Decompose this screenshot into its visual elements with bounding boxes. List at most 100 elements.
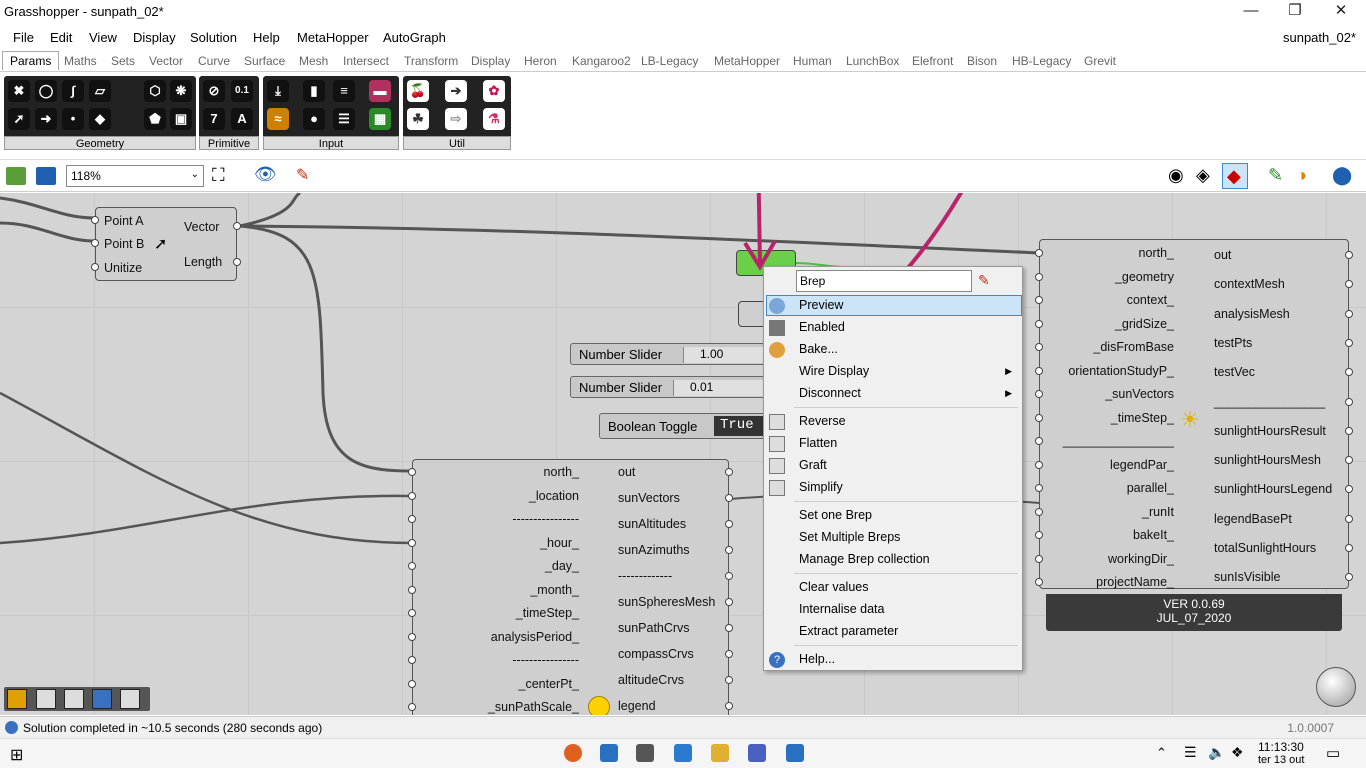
input-port[interactable] [1035, 484, 1043, 492]
output-port[interactable] [725, 624, 733, 632]
arrow-outline-icon[interactable]: ⇨ [445, 108, 467, 130]
tab-surface[interactable]: Surface [244, 54, 285, 68]
input-port[interactable] [1035, 413, 1043, 422]
open-file-icon[interactable] [6, 167, 26, 185]
output-port[interactable] [1345, 251, 1353, 259]
menu-item-reverse[interactable]: Reverse [799, 414, 846, 428]
gradient-icon[interactable]: ▬ [369, 80, 391, 102]
flask-icon[interactable]: ⚗ [483, 108, 505, 130]
wireframe-icon[interactable]: ◈ [1196, 165, 1210, 186]
tab-kangaroo2[interactable]: Kangaroo2 [572, 54, 631, 68]
dropbox-icon[interactable]: ❖ [1231, 744, 1244, 761]
output-port[interactable] [233, 258, 241, 266]
output-port[interactable] [725, 676, 733, 684]
boolean-toggle[interactable]: Boolean Toggle True [599, 413, 770, 439]
zoom-combobox[interactable]: 118% ⌄ [66, 165, 204, 187]
input-port[interactable] [1035, 249, 1043, 257]
input-port[interactable] [408, 585, 416, 594]
output-port[interactable] [1345, 397, 1353, 406]
input-port[interactable] [408, 491, 416, 500]
python-icon[interactable] [92, 689, 112, 709]
file-explorer-icon[interactable] [711, 744, 729, 762]
menu-item-disconnect[interactable]: Disconnect [799, 386, 861, 400]
input-port[interactable] [1035, 366, 1043, 375]
output-port[interactable] [725, 520, 733, 528]
null-icon[interactable]: ✖ [8, 80, 30, 102]
selected-only-icon[interactable]: ✎ [1268, 165, 1283, 186]
integer-icon[interactable]: 7 [203, 108, 225, 130]
param-name-input[interactable]: Brep [796, 270, 972, 292]
output-port[interactable] [1345, 309, 1353, 318]
output-port[interactable] [1345, 514, 1353, 523]
sketch-pen-icon[interactable]: ✎ [296, 165, 309, 185]
tab-vector[interactable]: Vector [149, 54, 183, 68]
slider-value[interactable]: 1.00 [683, 347, 773, 363]
number-icon[interactable]: ⊘ [203, 80, 225, 102]
text-icon[interactable]: A [231, 108, 253, 130]
input-port[interactable] [408, 515, 416, 523]
menu-item-clear-values[interactable]: Clear values [799, 580, 868, 594]
tab-elefront[interactable]: Elefront [912, 54, 953, 68]
slider-value[interactable]: 0.01 [673, 380, 773, 396]
menu-item-extract-parameter[interactable]: Extract parameter [799, 624, 898, 638]
import-icon[interactable]: ⤓ [267, 80, 289, 102]
input-port[interactable] [1035, 554, 1043, 563]
menu-item-internalise-data[interactable]: Internalise data [799, 602, 884, 616]
color-sphere-icon[interactable]: ◑ [1296, 165, 1307, 186]
slider-icon[interactable]: ≡ [333, 80, 355, 102]
output-port[interactable] [725, 468, 733, 476]
point-icon[interactable]: • [62, 108, 84, 130]
output-port[interactable] [233, 222, 241, 230]
output-port[interactable] [725, 702, 733, 710]
input-port[interactable] [408, 632, 416, 641]
menu-autograph[interactable]: AutoGraph [383, 30, 446, 45]
input-port[interactable] [1035, 296, 1043, 304]
tab-hb-legacy[interactable]: HB-Legacy [1012, 54, 1071, 68]
input-port[interactable] [1035, 507, 1043, 516]
menu-item-enabled[interactable]: Enabled [799, 320, 845, 334]
input-port[interactable] [408, 679, 416, 688]
curve-icon[interactable]: ∫ [62, 80, 84, 102]
output-port[interactable] [725, 598, 733, 606]
fitness-icon[interactable]: ✿ [483, 80, 505, 102]
menu-item-bake[interactable]: Bake... [799, 342, 838, 356]
firefox-icon[interactable] [564, 744, 582, 762]
matrix-icon[interactable]: ▦ [369, 108, 391, 130]
output-port[interactable] [1345, 544, 1353, 552]
preview-eye-icon[interactable]: 👁 [254, 164, 277, 185]
input-port[interactable] [408, 609, 416, 617]
input-port[interactable] [1035, 437, 1043, 445]
input-port[interactable] [1035, 272, 1043, 281]
input-port[interactable] [408, 562, 416, 570]
input-port[interactable] [1035, 319, 1043, 328]
tab-bison[interactable]: Bison [967, 54, 997, 68]
wire-icon[interactable] [7, 689, 27, 709]
tab-maths[interactable]: Maths [64, 54, 97, 68]
tree-icon[interactable]: ☘ [407, 108, 429, 130]
box-icon[interactable]: ⬡ [144, 80, 166, 102]
zoom-extents-icon[interactable]: ⛶ [212, 165, 225, 186]
preview-mode-icon[interactable]: ◉ [1168, 165, 1184, 186]
toggle-icon[interactable]: ▮ [303, 80, 325, 102]
close-button[interactable]: ✕ [1318, 0, 1364, 24]
decimal-icon[interactable]: 0.1 [231, 80, 253, 102]
input-port[interactable] [1035, 578, 1043, 586]
toggle-value[interactable]: True [714, 416, 770, 436]
tab-curve[interactable]: Curve [198, 54, 230, 68]
download-icon[interactable] [36, 689, 56, 709]
tab-heron[interactable]: Heron [524, 54, 557, 68]
vector-icon[interactable]: ➚ [8, 108, 30, 130]
windows-start-icon[interactable]: ⊞ [10, 745, 23, 765]
tab-lunchbox[interactable]: LunchBox [846, 54, 899, 68]
output-port[interactable] [1345, 426, 1353, 435]
vector-2pt-component[interactable]: Point A Point B Unitize Vector Length ➚ [91, 207, 241, 281]
input-port[interactable] [1035, 343, 1043, 351]
tab-metahopper[interactable]: MetaHopper [714, 54, 780, 68]
menu-item-help[interactable]: Help... [799, 652, 835, 666]
volume-icon[interactable]: 🔈 [1208, 744, 1225, 761]
cherry-icon[interactable]: 🍒 [407, 80, 429, 102]
tray-chevron-icon[interactable]: ⌃ [1156, 745, 1167, 761]
sunpath-component[interactable]: north_ _location ---------------- _hour_ _da… [408, 459, 733, 715]
tab-lb-legacy[interactable]: LB-Legacy [641, 54, 698, 68]
brep-icon[interactable]: ⬟ [144, 108, 166, 130]
